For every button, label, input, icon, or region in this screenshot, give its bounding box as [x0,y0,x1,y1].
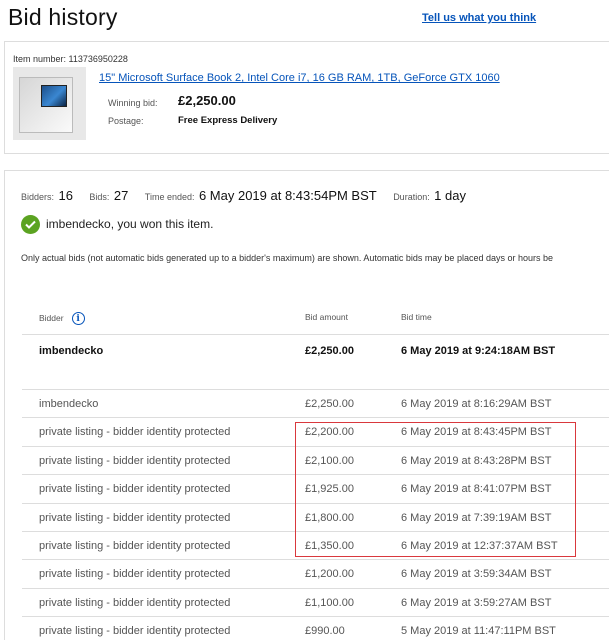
winning-bid-label: Winning bid: [108,98,158,108]
bids-note: Only actual bids (not automatic bids gen… [21,253,553,263]
row-amount: £2,200.00 [305,426,354,439]
bidder-header-label: Bidder [39,312,64,323]
bids-label: Bids: [89,192,110,202]
row-time: 6 May 2019 at 8:43:28PM BST [401,454,552,467]
postage-value: Free Express Delivery [178,115,278,126]
postage-label: Postage: [108,116,144,126]
row-amount: £2,100.00 [305,454,354,467]
row-amount: £1,200.00 [305,568,354,581]
row-bidder: private listing - bidder identity protec… [39,539,231,552]
row-bidder: private listing - bidder identity protec… [39,511,231,524]
time-ended-label: Time ended: [144,192,195,202]
bidders-label: Bidders: [21,192,55,202]
time-header: Bid time [401,312,432,322]
table-row: imbendecko £2,250.00 6 May 2019 at 8:16:29… [22,390,609,419]
duration-label: Duration: [393,192,430,202]
row-time: 6 May 2019 at 8:16:29AM BST [401,398,552,410]
info-icon[interactable]: i [71,312,85,325]
row-bidder: private listing - bidder identity protec… [39,483,231,496]
bid-table: Bidder i Bid amount Bid time imbendecko £… [22,302,609,640]
row-time: 6 May 2019 at 7:39:19AM BST [401,511,552,524]
row-time: 6 May 2019 at 3:59:34AM BST [401,568,552,581]
bid-history-card: Bidders: 16 Bids: 27 Time ended: 6 May 2… [4,170,609,640]
bidder-header: Bidder i [39,312,85,325]
row-amount: £1,800.00 [305,511,354,524]
bid-rows: imbendecko £2,250.00 6 May 2019 at 8:16:29… [22,390,609,640]
row-bidder: private listing - bidder identity protec… [39,426,231,439]
won-text: imbendecko, you won this item. [46,217,214,231]
table-row: private listing - bidder identity protec… [22,475,609,504]
row-time: 6 May 2019 at 8:41:07PM BST [401,483,552,496]
item-thumbnail[interactable] [13,67,86,140]
winner-amount: £2,250.00 [305,345,354,357]
table-header: Bidder i Bid amount Bid time [22,302,609,335]
winner-bidder: imbendecko [39,345,104,357]
check-circle-icon [21,214,40,234]
auction-summary: Bidders: 16 Bids: 27 Time ended: 6 May 2… [21,187,478,205]
table-row: private listing - bidder identity protec… [22,447,609,476]
winner-time: 6 May 2019 at 9:24:18AM BST [401,345,556,357]
item-summary-card: Item number: 113736950228 15" Microsoft … [4,41,609,154]
bidders-value: 16 [58,188,73,203]
time-ended-value: 6 May 2019 at 8:43:54PM BST [198,188,377,203]
amount-header: Bid amount [305,312,348,322]
row-amount: £1,925.00 [305,483,354,496]
duration-value: 1 day [434,188,466,203]
item-title-link[interactable]: 15" Microsoft Surface Book 2, Intel Core… [99,72,500,84]
row-bidder: private listing - bidder identity protec… [39,454,231,467]
winning-bid-row: imbendecko £2,250.00 6 May 2019 at 9:24:… [22,335,609,390]
item-number: Item number: 113736950228 [13,54,128,64]
winning-bid-value: £2,250.00 [178,93,236,108]
won-message: imbendecko, you won this item. [21,214,213,234]
table-row: private listing - bidder identity protec… [22,418,609,447]
row-bidder: private listing - bidder identity protec… [39,625,231,638]
page-title: Bid history [8,4,118,30]
table-row: private listing - bidder identity protec… [22,589,609,618]
row-amount: £2,250.00 [305,398,354,410]
table-row: private listing - bidder identity protec… [22,504,609,532]
row-time: 6 May 2019 at 12:37:37AM BST [401,539,558,552]
row-time: 6 May 2019 at 3:59:27AM BST [401,596,552,609]
row-bidder: private listing - bidder identity protec… [39,596,231,609]
table-row: private listing - bidder identity protec… [22,617,609,640]
table-row: private listing - bidder identity protec… [22,560,609,589]
bids-value: 27 [113,188,129,203]
laptop-screen [41,85,67,107]
row-bidder: private listing - bidder identity protec… [39,568,231,581]
row-amount: £1,350.00 [305,539,354,552]
feedback-link[interactable]: Tell us what you think [422,12,536,24]
row-time: 6 May 2019 at 8:43:45PM BST [401,426,552,439]
row-amount: £1,100.00 [305,596,354,609]
row-amount: £990.00 [305,625,345,638]
table-row: private listing - bidder identity protec… [22,532,609,561]
row-time: 5 May 2019 at 11:47:11PM BST [401,625,556,638]
row-bidder: imbendecko [39,398,99,410]
